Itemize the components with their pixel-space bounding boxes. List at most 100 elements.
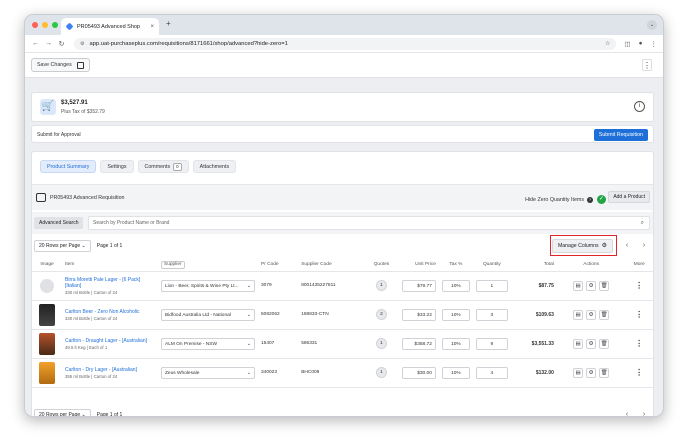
next-page-icon[interactable]: › — [638, 240, 650, 252]
new-tab-button[interactable]: + — [166, 19, 171, 28]
tab-attachments[interactable]: Attachments — [192, 160, 237, 173]
bookmark-star-icon[interactable]: ☆ — [605, 40, 610, 47]
product-name-link[interactable]: Carlton - Dry Lager - [Australian] — [65, 367, 155, 373]
supplier-cell: ALM On Premise - NSW ⌄ — [158, 329, 258, 359]
trash-icon[interactable]: 🗑 — [599, 309, 610, 320]
supplier-select[interactable]: Bidfood Australia Ltd - National ⌄ — [161, 308, 255, 321]
unit-price-input[interactable]: $33.22 — [401, 308, 436, 321]
advanced-search-button[interactable]: Advanced Search — [34, 217, 84, 229]
tax-input[interactable]: 10% — [441, 308, 470, 321]
tax-input[interactable]: 10% — [441, 279, 470, 292]
requisition-icon — [36, 193, 46, 202]
prev-page-icon[interactable]: ‹ — [621, 240, 633, 252]
document-icon[interactable]: ▤ — [573, 280, 584, 291]
back-icon[interactable]: ← — [31, 40, 40, 47]
trash-icon[interactable]: 🗑 — [599, 338, 610, 349]
tax-cell: 10% — [438, 300, 473, 330]
row-more-menu[interactable]: ⋮ — [625, 271, 653, 301]
help-icon[interactable]: ? — [587, 196, 593, 203]
supplier-select[interactable]: ALM On Premise - NSW ⌄ — [161, 337, 255, 350]
unit-price-input[interactable]: $358.72 — [401, 337, 436, 350]
add-product-button[interactable]: Add a Product — [608, 191, 650, 203]
tab-settings[interactable]: Settings — [100, 160, 134, 173]
pr-code-cell: 15407 — [258, 329, 299, 359]
site-info-icon[interactable]: ⚙ — [80, 41, 84, 47]
line-total: $109.63 — [510, 300, 557, 330]
quantity-input[interactable]: 1 — [475, 279, 508, 292]
quotes-badge[interactable]: 2 — [375, 309, 387, 320]
forward-icon[interactable]: → — [44, 40, 53, 47]
browser-menu-icon[interactable]: ⋮ — [651, 40, 658, 48]
product-image[interactable] — [40, 278, 54, 293]
product-name-link[interactable]: Birra Moretti Pale Lager - [6 Pack] [Ita… — [65, 277, 155, 289]
browser-tab[interactable]: PR05493 Advanced Shop × — [61, 18, 159, 35]
hide-zero-toggle[interactable]: Hide Zero Quantity Items? ✓ — [525, 195, 606, 204]
row-more-menu[interactable]: ⋮ — [625, 329, 653, 359]
item-cell: Carlton Beer - Zero Non Alcoholic 330 ml … — [62, 300, 158, 330]
info-icon[interactable]: i — [634, 101, 645, 112]
tax-input[interactable]: 10% — [441, 337, 470, 350]
rows-per-page-select[interactable]: 20 Rows per Page ⌄ — [34, 240, 91, 252]
next-page-icon-bottom[interactable]: › — [638, 409, 650, 416]
submit-requisition-button[interactable]: Submit Requisition — [593, 129, 648, 141]
tab-search-chevron-icon[interactable]: ⌄ — [647, 20, 657, 30]
tax-cell: 10% — [438, 358, 473, 388]
product-image[interactable] — [39, 332, 55, 355]
product-pack-size: 330 ml Bottle | Carton of 24 — [65, 315, 118, 321]
product-image-cell — [32, 329, 62, 359]
product-image[interactable] — [39, 361, 55, 384]
quantity-input[interactable]: 4 — [475, 366, 508, 379]
gear-icon[interactable]: ⚙ — [586, 280, 597, 291]
supplier-select[interactable]: Lion - Beer, Spirits & Wine Pty Lt... ⌄ — [161, 279, 255, 292]
trash-icon[interactable]: 🗑 — [599, 280, 610, 291]
product-name-link[interactable]: Carlton - Draught Lager - [Australian] — [65, 338, 155, 344]
supplier-select[interactable]: Zeus Wholesale ⌄ — [161, 366, 255, 379]
document-icon[interactable]: ▤ — [573, 338, 584, 349]
product-name-link[interactable]: Carlton Beer - Zero Non Alcoholic — [65, 309, 155, 315]
document-icon[interactable]: ▤ — [573, 367, 584, 378]
url-field[interactable]: ⚙ app.uat-purchaseplus.com/requisitions/… — [74, 37, 617, 50]
pr-code-cell: 340023 — [258, 358, 299, 388]
tab-close-icon[interactable]: × — [150, 24, 154, 30]
row-more-menu[interactable]: ⋮ — [625, 358, 653, 388]
extensions-icon[interactable]: ◫ — [624, 40, 630, 48]
minimize-window-button[interactable] — [42, 22, 48, 28]
gear-icon[interactable]: ⚙ — [586, 367, 597, 378]
gear-icon[interactable]: ⚙ — [586, 338, 597, 349]
unit-price-input[interactable]: $79.77 — [401, 279, 436, 292]
product-search-input[interactable]: Search by Product Name or Brand ⌕ — [88, 216, 650, 230]
col-supplier: Supplier — [158, 259, 258, 272]
quantity-input[interactable]: 9 — [475, 337, 508, 350]
save-changes-button[interactable]: Save Changes — [31, 58, 90, 72]
actions-cell: ▤ ⚙ 🗑 — [556, 271, 626, 301]
quantity-input[interactable]: 3 — [475, 308, 508, 321]
search-row: Advanced Search Search by Product Name o… — [32, 212, 653, 234]
quotes-badge[interactable]: 1 — [375, 338, 387, 349]
tax-input[interactable]: 10% — [441, 366, 470, 379]
checkmark-icon[interactable]: ✓ — [597, 195, 606, 204]
tab-comments-label: Comments — [144, 164, 171, 170]
item-cell: Birra Moretti Pale Lager - [6 Pack] [Ita… — [62, 271, 158, 301]
quantity-cell: 4 — [472, 358, 511, 388]
table-row: Carlton Beer - Zero Non Alcoholic 330 ml … — [32, 300, 653, 330]
save-disk-icon — [76, 61, 84, 69]
row-more-menu[interactable]: ⋮ — [625, 300, 653, 330]
quotes-badge[interactable]: 1 — [375, 367, 387, 378]
profile-icon[interactable]: ● — [639, 40, 643, 47]
search-icon[interactable]: ⌕ — [641, 217, 644, 229]
document-icon[interactable]: ▤ — [573, 309, 584, 320]
product-image[interactable] — [39, 303, 55, 326]
reload-icon[interactable]: ↻ — [57, 40, 66, 48]
trash-icon[interactable]: 🗑 — [599, 367, 610, 378]
tab-comments[interactable]: Comments 0 — [137, 160, 189, 173]
close-window-button[interactable] — [32, 22, 38, 28]
unit-price-input[interactable]: $30.00 — [401, 366, 436, 379]
gear-icon[interactable]: ⚙ — [586, 309, 597, 320]
rows-per-page-select-bottom[interactable]: 20 Rows per Page ⌄ — [34, 409, 91, 416]
page-menu-button[interactable]: ⋮ — [642, 59, 652, 71]
quotes-badge[interactable]: 1 — [375, 280, 387, 291]
prev-page-icon-bottom[interactable]: ‹ — [621, 409, 633, 416]
table-row: Birra Moretti Pale Lager - [6 Pack] [Ita… — [32, 271, 653, 301]
maximize-window-button[interactable] — [52, 22, 58, 28]
tab-product-summary[interactable]: Product Summary — [40, 160, 97, 173]
